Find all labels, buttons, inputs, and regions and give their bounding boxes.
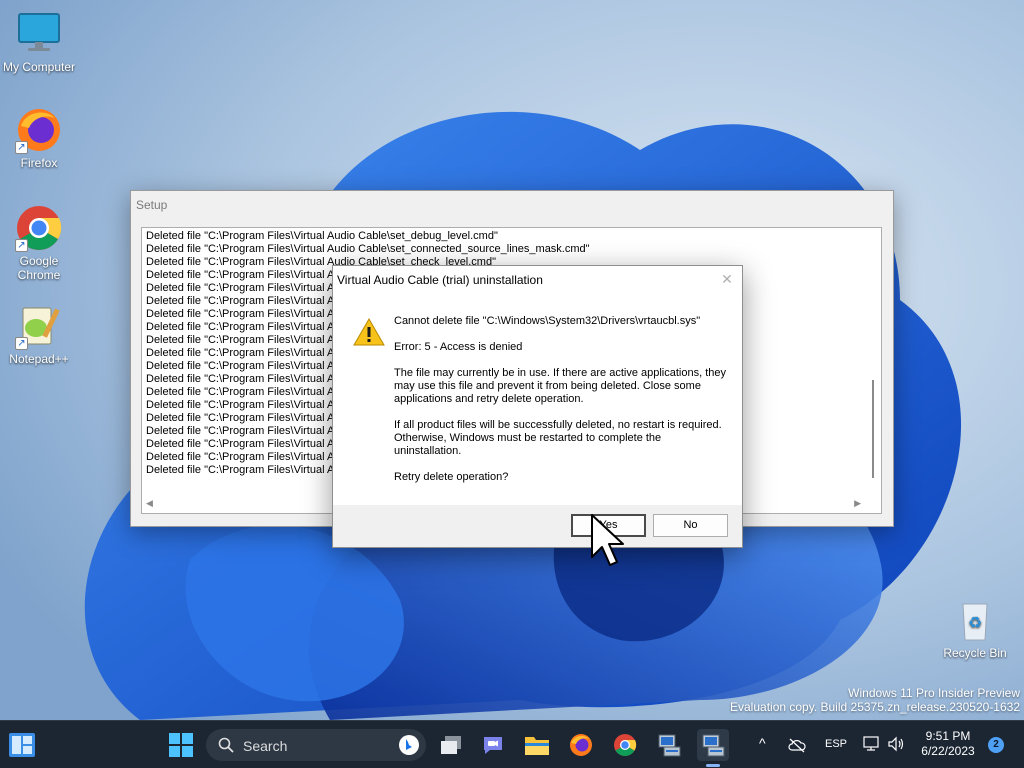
network-icon[interactable] — [863, 736, 881, 752]
dialog-message-line: Error: 5 - Access is denied — [394, 341, 523, 353]
evaluation-watermark: Windows 11 Pro Insider Preview Evaluatio… — [730, 686, 1020, 714]
watermark-line: Windows 11 Pro Insider Preview — [848, 686, 1020, 700]
cloud-offline-icon[interactable] — [788, 737, 806, 753]
firefox-icon — [570, 734, 592, 756]
search-icon — [218, 737, 234, 753]
no-button[interactable]: No — [653, 514, 728, 537]
scroll-right-arrow-icon[interactable]: ▶ — [854, 498, 861, 509]
taskbar: Search ^ ESP 9:51 PM 6/22/2023 — [0, 720, 1024, 768]
file-explorer-button[interactable] — [521, 729, 553, 761]
chrome-icon — [614, 734, 637, 756]
mouse-pointer-icon — [591, 514, 624, 566]
log-line: Deleted file "C:\Program Files\Virtual A… — [146, 243, 590, 255]
widgets-button[interactable] — [6, 729, 38, 761]
desktop-icon-my-computer[interactable]: My Computer — [0, 10, 78, 74]
start-button[interactable] — [165, 729, 197, 761]
log-line: Deleted file "C:\Program Files\Virtual A… — [146, 230, 498, 242]
volume-icon[interactable] — [887, 736, 905, 752]
desktop-icon-google-chrome[interactable]: ↗ Google Chrome — [0, 204, 78, 282]
shortcut-arrow-icon: ↗ — [15, 141, 28, 154]
desktop-icon-label: My Computer — [2, 60, 76, 74]
taskbar-firefox-button[interactable] — [565, 729, 597, 761]
notepad-plus-plus-icon: ↗ — [15, 302, 63, 350]
setup-app-icon — [658, 734, 681, 757]
taskbar-setup-button[interactable] — [653, 729, 685, 761]
desktop-icon-firefox[interactable]: ↗ Firefox — [0, 106, 78, 170]
taskbar-chrome-button[interactable] — [609, 729, 641, 761]
desktop-icon-label: Firefox — [20, 156, 58, 170]
dialog-title: Virtual Audio Cable (trial) uninstallati… — [337, 273, 543, 287]
monitor-icon — [15, 10, 63, 58]
recycle-bin-icon: ♻ — [951, 596, 999, 644]
active-indicator — [706, 764, 720, 767]
setup-window-title: Setup — [136, 198, 168, 212]
taskbar-setup-button-active[interactable] — [697, 729, 729, 767]
chat-button[interactable] — [477, 729, 509, 761]
desktop-icon-label: Recycle Bin — [943, 646, 1007, 660]
close-icon: ✕ — [721, 271, 733, 287]
language-indicator[interactable]: ESP — [825, 738, 847, 750]
show-hidden-icons-chevron-icon[interactable]: ^ — [759, 735, 766, 751]
clock-time: 9:51 PM — [925, 729, 971, 743]
file-explorer-icon — [525, 737, 549, 755]
setup-app-icon-active — [702, 734, 725, 757]
dialog-button-bar: Yes No — [333, 505, 742, 547]
clock[interactable]: 9:51 PM 6/22/2023 — [918, 729, 978, 759]
dialog-message-line: If all product files will be successfull… — [394, 419, 722, 457]
firefox-icon: ↗ — [15, 106, 63, 154]
shortcut-arrow-icon: ↗ — [15, 337, 28, 350]
vertical-scrollbar[interactable] — [864, 228, 881, 496]
uninstall-error-dialog: Virtual Audio Cable (trial) uninstallati… — [332, 265, 743, 548]
desktop-icon-label: Google Chrome — [17, 254, 61, 282]
taskbar-search-box[interactable]: Search — [206, 729, 426, 761]
dialog-message-line: Retry delete operation? — [394, 471, 509, 483]
widgets-icon — [9, 733, 35, 757]
chat-icon — [484, 737, 502, 754]
start-icon — [169, 733, 193, 757]
desktop-icon-label: Notepad++ — [9, 352, 69, 366]
task-view-button[interactable] — [435, 729, 467, 761]
dialog-message: Cannot delete file "C:\Windows\System32\… — [394, 315, 729, 497]
dialog-message-line: The file may currently be in use. If the… — [394, 367, 726, 405]
search-label: Search — [243, 738, 288, 754]
desktop-icon-recycle-bin[interactable]: ♻ Recycle Bin — [936, 596, 1014, 660]
dialog-message-line: Cannot delete file "C:\Windows\System32\… — [394, 315, 701, 327]
notification-center-badge[interactable]: 2 — [988, 737, 1004, 753]
warning-icon — [353, 318, 385, 346]
shortcut-arrow-icon: ↗ — [15, 239, 28, 252]
svg-text:♻: ♻ — [968, 613, 982, 632]
close-button[interactable]: ✕ — [712, 266, 742, 292]
task-view-icon — [441, 736, 461, 754]
scrollbar-thumb[interactable] — [872, 380, 874, 478]
scroll-left-arrow-icon[interactable]: ◀ — [146, 498, 153, 509]
clock-date: 6/22/2023 — [921, 744, 975, 758]
watermark-line: Evaluation copy. Build 25375.zn_release.… — [730, 700, 1020, 714]
desktop-icon-notepad-plus-plus[interactable]: ↗ Notepad++ — [0, 302, 78, 366]
bing-icon[interactable] — [398, 734, 420, 756]
chrome-icon: ↗ — [15, 204, 63, 252]
